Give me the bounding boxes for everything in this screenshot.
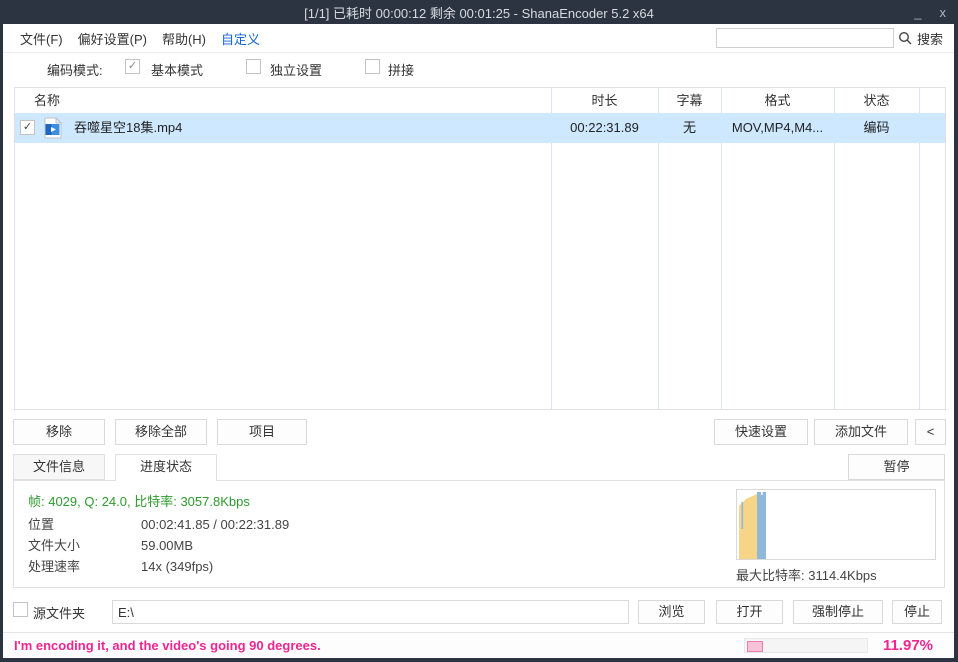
- stop-button[interactable]: 停止: [892, 600, 942, 624]
- menu-customize[interactable]: 自定义: [219, 29, 262, 48]
- basic-mode-label[interactable]: 基本模式: [151, 60, 203, 79]
- independent-settings-label[interactable]: 独立设置: [270, 60, 322, 79]
- position-value: 00:02:41.85 / 00:22:31.89: [141, 514, 289, 535]
- tab-row: 文件信息 进度状态 暂停: [3, 454, 954, 481]
- window-title: [1/1] 已耗时 00:00:12 剩余 00:01:25 - ShanaEn…: [304, 3, 654, 22]
- independent-settings-checkbox[interactable]: [246, 59, 261, 74]
- pause-button[interactable]: 暂停: [848, 454, 945, 480]
- speed-value: 14x (349fps): [141, 556, 213, 577]
- col-header-status[interactable]: 状态: [834, 88, 919, 113]
- force-stop-button[interactable]: 强制停止: [793, 600, 883, 624]
- file-table: 名称 时长 字幕 格式 状态 ✓ 吞噬星空18集.mp4: [14, 87, 946, 410]
- collapse-button[interactable]: <: [915, 419, 946, 445]
- tab-file-info[interactable]: 文件信息: [13, 454, 105, 480]
- position-label: 位置: [28, 517, 54, 532]
- concat-checkbox[interactable]: [365, 59, 380, 74]
- search-icon[interactable]: [898, 31, 913, 46]
- add-file-button[interactable]: 添加文件: [814, 419, 908, 445]
- menu-file[interactable]: 文件(F): [18, 29, 65, 48]
- status-message: I'm encoding it, and the video's going 9…: [14, 633, 321, 658]
- video-file-icon: [44, 117, 62, 139]
- window-content: 文件(F) 偏好设置(P) 帮助(H) 自定义 搜索 编码模式: ✓ 基本模式 …: [3, 24, 954, 658]
- quick-settings-button[interactable]: 快速设置: [714, 419, 808, 445]
- menu-bar: 文件(F) 偏好设置(P) 帮助(H) 自定义 搜索: [3, 24, 954, 53]
- basic-mode-checkbox[interactable]: ✓: [125, 59, 140, 74]
- menu-help[interactable]: 帮助(H): [160, 29, 208, 48]
- browse-button[interactable]: 浏览: [638, 600, 705, 624]
- output-path-input[interactable]: [112, 600, 629, 624]
- col-header-duration[interactable]: 时长: [551, 88, 658, 113]
- filesize-row: 文件大小 59.00MB: [28, 535, 80, 556]
- table-row[interactable]: ✓ 吞噬星空18集.mp4 00:22:31.89 无 MOV,MP4,M4..…: [15, 113, 945, 143]
- position-row: 位置 00:02:41.85 / 00:22:31.89: [28, 514, 54, 535]
- encode-mode-label: 编码模式:: [47, 60, 103, 79]
- source-folder-label: 源文件夹: [33, 603, 85, 622]
- close-button[interactable]: x: [940, 5, 947, 20]
- minimize-button[interactable]: _: [914, 5, 921, 20]
- encode-percent: 11.97%: [883, 633, 933, 658]
- row-subtitle: 无: [658, 113, 721, 143]
- max-bitrate-label: 最大比特率: 3114.4Kbps: [736, 565, 877, 584]
- encode-stats-line: 帧: 4029, Q: 24.0, 比特率: 3057.8Kbps: [28, 491, 250, 510]
- encode-progress-fill: [747, 641, 763, 652]
- filesize-value: 59.00MB: [141, 535, 193, 556]
- source-folder-checkbox[interactable]: [13, 602, 28, 617]
- encode-progress-bar: [744, 638, 868, 653]
- speed-label: 处理速率: [28, 559, 80, 574]
- bitrate-graph: [736, 489, 936, 560]
- row-duration: 00:22:31.89: [551, 113, 658, 143]
- progress-status-panel: 帧: 4029, Q: 24.0, 比特率: 3057.8Kbps 位置 00:…: [13, 480, 945, 588]
- row-status: 编码: [834, 113, 919, 143]
- row-format: MOV,MP4,M4...: [721, 113, 834, 143]
- title-bar: [1/1] 已耗时 00:00:12 剩余 00:01:25 - ShanaEn…: [0, 0, 958, 24]
- remove-button[interactable]: 移除: [13, 419, 105, 445]
- output-folder-row: 源文件夹 浏览 打开 强制停止 停止: [3, 598, 954, 626]
- status-bar: I'm encoding it, and the video's going 9…: [3, 632, 954, 658]
- row-filename: 吞噬星空18集.mp4: [74, 113, 182, 143]
- table-header: 名称 时长 字幕 格式 状态: [15, 88, 945, 114]
- open-button[interactable]: 打开: [716, 600, 783, 624]
- filesize-label: 文件大小: [28, 538, 80, 553]
- speed-row: 处理速率 14x (349fps): [28, 556, 80, 577]
- tab-progress-status[interactable]: 进度状态: [115, 454, 217, 481]
- action-button-row: 移除 移除全部 项目 快速设置 添加文件 <: [3, 419, 954, 445]
- col-header-format[interactable]: 格式: [721, 88, 834, 113]
- project-button[interactable]: 项目: [217, 419, 307, 445]
- concat-label[interactable]: 拼接: [388, 60, 414, 79]
- row-checkbox[interactable]: ✓: [20, 120, 35, 135]
- remove-all-button[interactable]: 移除全部: [115, 419, 207, 445]
- app-window: [1/1] 已耗时 00:00:12 剩余 00:01:25 - ShanaEn…: [0, 0, 958, 662]
- col-header-subtitle[interactable]: 字幕: [658, 88, 721, 113]
- col-header-name[interactable]: 名称: [34, 88, 60, 113]
- menu-preferences[interactable]: 偏好设置(P): [76, 29, 149, 48]
- search-input[interactable]: [716, 28, 894, 48]
- encode-mode-bar: 编码模式: ✓ 基本模式 独立设置 拼接: [3, 57, 954, 79]
- search-button[interactable]: 搜索: [917, 29, 943, 48]
